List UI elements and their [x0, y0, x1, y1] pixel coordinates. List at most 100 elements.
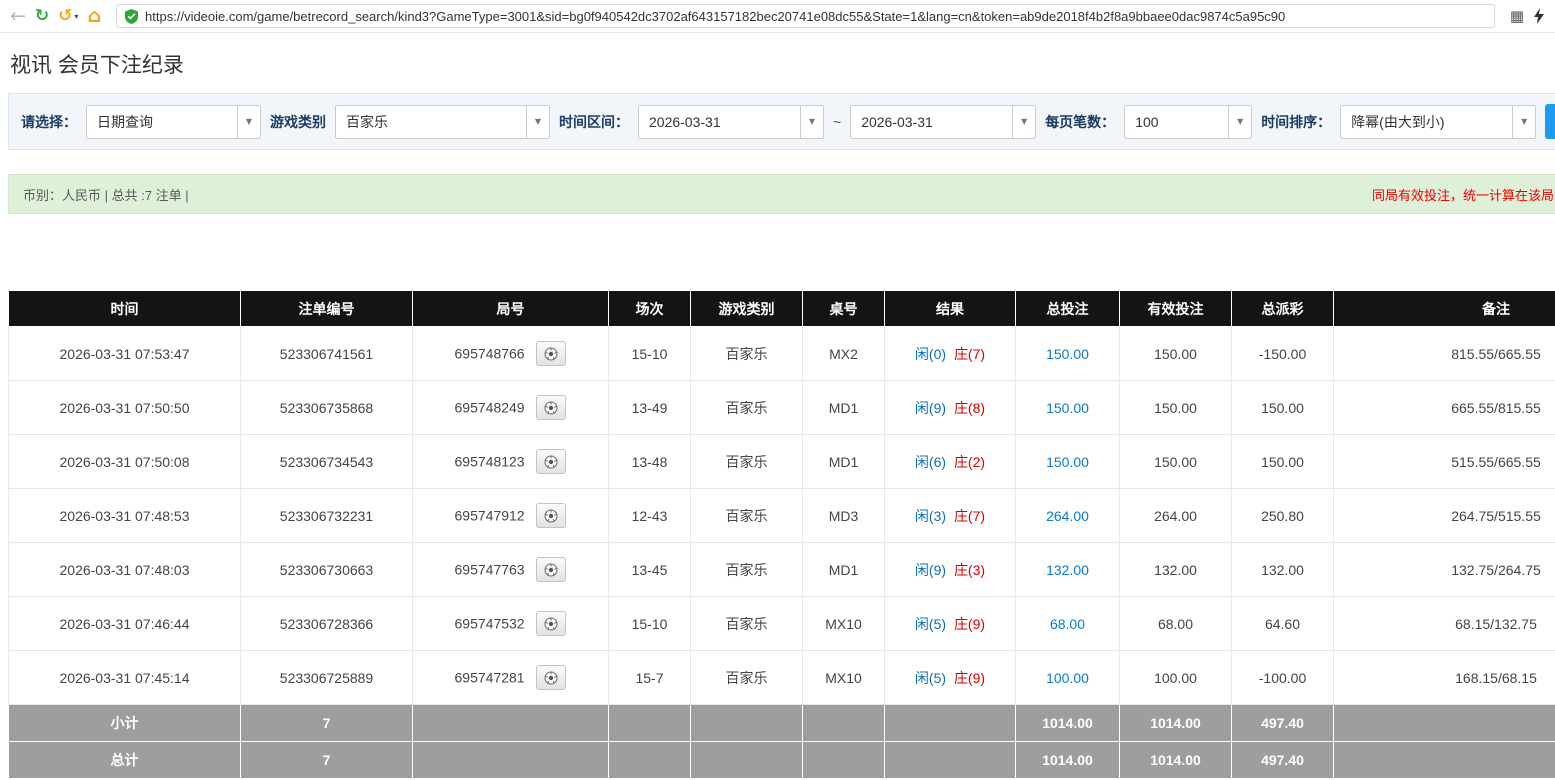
- subtotal-total-bet: 1014.00: [1015, 704, 1120, 742]
- replay-button[interactable]: [536, 395, 567, 420]
- total-bet-link[interactable]: 100.00: [1046, 670, 1089, 686]
- sort-select[interactable]: 降幂(由大到小) ▼: [1340, 104, 1537, 139]
- total-bet-cell: 132.00: [1015, 542, 1120, 597]
- chevron-down-icon[interactable]: ▼: [526, 105, 549, 138]
- game-type-cell: 百家乐: [690, 542, 803, 597]
- note-cell: 168.15/68.15: [1333, 650, 1555, 705]
- player-result: 闲(6): [914, 453, 947, 470]
- time-cell: 2026-03-31 07:48:53: [8, 488, 241, 543]
- total-bet-cell: 68.00: [1015, 596, 1120, 651]
- summary-bar: 币别：人民币 | 总共 :7 注单 | 同局有效投注，统一计算在该局第: [8, 174, 1555, 214]
- session-cell: 15-10: [608, 326, 691, 381]
- page-size-label: 每页笔数：: [1045, 113, 1116, 130]
- query-type-select[interactable]: 日期查询 ▼: [86, 104, 261, 139]
- table-no-cell: MX2: [802, 326, 885, 381]
- total-bet-link[interactable]: 150.00: [1046, 454, 1089, 470]
- col-table-no: 桌号: [802, 290, 885, 327]
- subtotal-count: 7: [240, 704, 413, 742]
- sort-label: 时间排序：: [1261, 113, 1332, 130]
- page-size-select[interactable]: 100 ▼: [1124, 104, 1253, 139]
- replay-button[interactable]: [536, 557, 567, 582]
- round-cell: 695747532: [412, 596, 609, 651]
- currency-summary-text: 币别：人民币 | 总共 :7 注单 |: [23, 187, 189, 203]
- total-count: 7: [240, 741, 413, 779]
- payout-cell: 132.00: [1231, 542, 1334, 597]
- game-type-select[interactable]: 百家乐 ▼: [335, 104, 550, 139]
- home-icon[interactable]: ⌂: [87, 6, 101, 26]
- bet-id-cell: 523306734543: [240, 434, 413, 489]
- valid-bet-cell: 132.00: [1119, 542, 1232, 597]
- result-cell: 闲(9) 庄(3): [884, 542, 1016, 597]
- game-type-cell: 百家乐: [690, 650, 803, 705]
- table-row: 2026-03-31 07:45:14 523306725889 6957472…: [8, 650, 1555, 705]
- replay-button[interactable]: [536, 611, 567, 636]
- refresh-icon[interactable]: ↻: [35, 7, 49, 25]
- undo-dropdown-icon[interactable]: ▾: [74, 12, 78, 21]
- total-bet-link[interactable]: 132.00: [1046, 562, 1089, 578]
- undo-button[interactable]: ↺ ▾: [58, 7, 78, 25]
- lightning-icon[interactable]: [1533, 8, 1545, 24]
- round-cell: 695747912: [412, 488, 609, 543]
- banker-result: 庄(8): [953, 399, 986, 416]
- total-payout: 497.40: [1231, 741, 1334, 779]
- sort-value: 降幂(由大到小): [1351, 113, 1445, 130]
- table-no-cell: MD1: [802, 542, 885, 597]
- time-cell: 2026-03-31 07:46:44: [8, 596, 241, 651]
- round-id: 695747912: [454, 507, 525, 524]
- round-id: 695748249: [454, 399, 525, 416]
- range-separator: ~: [833, 113, 842, 130]
- table-no-cell: MD3: [802, 488, 885, 543]
- chevron-down-icon[interactable]: ▼: [1512, 105, 1535, 138]
- game-type-cell: 百家乐: [690, 596, 803, 651]
- session-cell: 15-7: [608, 650, 691, 705]
- player-result: 闲(5): [914, 669, 947, 686]
- table-no-cell: MD1: [802, 380, 885, 435]
- back-icon[interactable]: ←: [10, 6, 26, 26]
- table-row: 2026-03-31 07:53:47 523306741561 6957487…: [8, 326, 1555, 381]
- round-cell: 695747281: [412, 650, 609, 705]
- date-from-select[interactable]: 2026-03-31 ▼: [638, 104, 824, 139]
- chevron-down-icon[interactable]: ▼: [800, 105, 823, 138]
- table-row: 2026-03-31 07:48:53 523306732231 6957479…: [8, 488, 1555, 543]
- query-type-value: 日期查询: [97, 113, 153, 130]
- total-bet-link[interactable]: 150.00: [1046, 400, 1089, 416]
- col-note: 备注: [1333, 290, 1555, 327]
- session-cell: 15-10: [608, 596, 691, 651]
- replay-button[interactable]: [536, 341, 567, 366]
- game-type-cell: 百家乐: [690, 434, 803, 489]
- url-text[interactable]: https://videoie.com/game/betrecord_searc…: [145, 9, 1285, 24]
- time-cell: 2026-03-31 07:45:14: [8, 650, 241, 705]
- replay-button[interactable]: [536, 503, 567, 528]
- date-to-select[interactable]: 2026-03-31 ▼: [850, 104, 1037, 139]
- chevron-down-icon[interactable]: ▼: [1228, 105, 1251, 138]
- banker-result: 庄(9): [953, 615, 986, 632]
- session-cell: 13-45: [608, 542, 691, 597]
- valid-bet-cell: 264.00: [1119, 488, 1232, 543]
- total-bet-link[interactable]: 150.00: [1046, 346, 1089, 362]
- chevron-down-icon[interactable]: ▼: [237, 105, 260, 138]
- table-row: 2026-03-31 07:50:50 523306735868 6957482…: [8, 380, 1555, 435]
- col-valid-bet: 有效投注: [1119, 290, 1232, 327]
- payout-cell: 150.00: [1231, 380, 1334, 435]
- date-to-value: 2026-03-31: [861, 113, 933, 130]
- bet-records-table: 时间 注单编号 局号 场次 游戏类别 桌号 结果 总投注 有效投注 总派彩 备注…: [8, 290, 1555, 779]
- total-bet-cell: 150.00: [1015, 434, 1120, 489]
- replay-button[interactable]: [536, 449, 567, 474]
- replay-button[interactable]: [536, 665, 567, 690]
- address-bar[interactable]: https://videoie.com/game/betrecord_searc…: [116, 4, 1495, 28]
- table-body: 2026-03-31 07:53:47 523306741561 6957487…: [8, 326, 1555, 705]
- chevron-down-icon[interactable]: ▼: [1012, 105, 1035, 138]
- search-button[interactable]: 查询: [1545, 104, 1555, 139]
- total-bet-link[interactable]: 264.00: [1046, 508, 1089, 524]
- result-cell: 闲(9) 庄(8): [884, 380, 1016, 435]
- total-bet-link[interactable]: 68.00: [1050, 616, 1085, 632]
- extensions-grid-icon[interactable]: ▦: [1510, 7, 1524, 25]
- table-no-cell: MX10: [802, 596, 885, 651]
- round-cell: 695748123: [412, 434, 609, 489]
- notice-text: 同局有效投注，统一计算在该局第: [1371, 187, 1555, 203]
- game-type-cell: 百家乐: [690, 380, 803, 435]
- col-session: 场次: [608, 290, 691, 327]
- result-cell: 闲(5) 庄(9): [884, 596, 1016, 651]
- player-result: 闲(3): [914, 507, 947, 524]
- time-cell: 2026-03-31 07:53:47: [8, 326, 241, 381]
